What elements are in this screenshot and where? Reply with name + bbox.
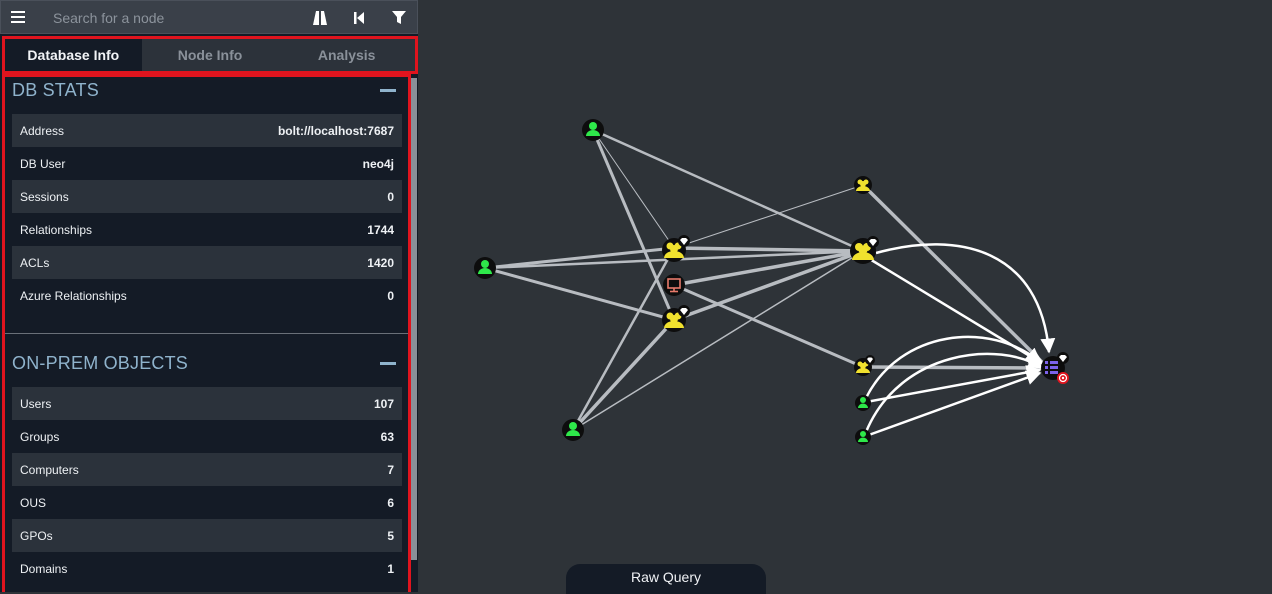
user-node[interactable] bbox=[855, 429, 871, 445]
pathfinding-icon[interactable] bbox=[311, 9, 329, 27]
collapse-db-stats-button[interactable] bbox=[380, 89, 396, 92]
filter-icon[interactable] bbox=[390, 9, 408, 27]
db-stats-header: DB STATS bbox=[12, 77, 400, 105]
user-node[interactable] bbox=[582, 119, 604, 141]
section-divider bbox=[5, 333, 408, 334]
tab-database-info[interactable]: Database Info bbox=[5, 39, 142, 71]
search-bar bbox=[0, 0, 418, 34]
stat-row-domains: Domains 1 bbox=[20, 561, 394, 576]
tab-bar: Database Info Node Info Analysis bbox=[2, 36, 418, 74]
user-node[interactable] bbox=[855, 395, 871, 411]
onprem-table: Users 107 Groups 63 Computers 7 OUS 6 GPOs 5 … bbox=[12, 387, 402, 585]
stat-row-address: Address bolt://localhost:7687 bbox=[12, 114, 402, 147]
raw-query-label: Raw Query bbox=[630, 569, 702, 585]
stat-row-sessions: Sessions 0 bbox=[12, 180, 402, 213]
stat-row-users: Users 107 bbox=[12, 387, 402, 420]
panel-scrollbar[interactable] bbox=[411, 78, 417, 560]
stat-row-ous: OUS 6 bbox=[20, 495, 394, 510]
domain-node[interactable] bbox=[1041, 352, 1069, 384]
computer-node[interactable] bbox=[663, 274, 685, 296]
search-input[interactable] bbox=[45, 5, 295, 31]
stat-row-relationships: Relationships 1744 bbox=[20, 222, 394, 237]
side-panel: Database Info Node Info Analysis DB STAT… bbox=[0, 0, 418, 592]
stat-row-gpos: GPOs 5 bbox=[12, 519, 402, 552]
back-icon[interactable] bbox=[350, 9, 368, 27]
group-node[interactable] bbox=[662, 305, 690, 332]
stat-row-groups: Groups 63 bbox=[20, 429, 394, 444]
stat-row-acls: ACLs 1420 bbox=[12, 246, 402, 279]
stat-row-azure-relationships: Azure Relationships 0 bbox=[20, 288, 394, 303]
tab-analysis[interactable]: Analysis bbox=[278, 39, 415, 71]
db-stats-table: Address bolt://localhost:7687 DB User neo4… bbox=[12, 114, 402, 312]
group-node[interactable] bbox=[850, 236, 879, 264]
onprem-title: ON-PREM OBJECTS bbox=[12, 353, 189, 373]
stat-row-computers: Computers 7 bbox=[12, 453, 402, 486]
user-node[interactable] bbox=[562, 419, 584, 441]
tab-node-info[interactable]: Node Info bbox=[142, 39, 279, 71]
group-node[interactable] bbox=[854, 176, 872, 194]
menu-icon[interactable] bbox=[11, 9, 25, 25]
stat-row-db-user: DB User neo4j bbox=[20, 156, 394, 171]
database-info-content: DB STATS Address bolt://localhost:7687 DB… bbox=[2, 74, 411, 592]
group-node[interactable] bbox=[854, 355, 875, 376]
collapse-onprem-button[interactable] bbox=[380, 362, 396, 365]
raw-query-button[interactable]: Raw Query bbox=[566, 564, 766, 594]
db-stats-title: DB STATS bbox=[12, 80, 99, 100]
onprem-header: ON-PREM OBJECTS bbox=[12, 350, 400, 378]
user-node[interactable] bbox=[474, 257, 496, 279]
